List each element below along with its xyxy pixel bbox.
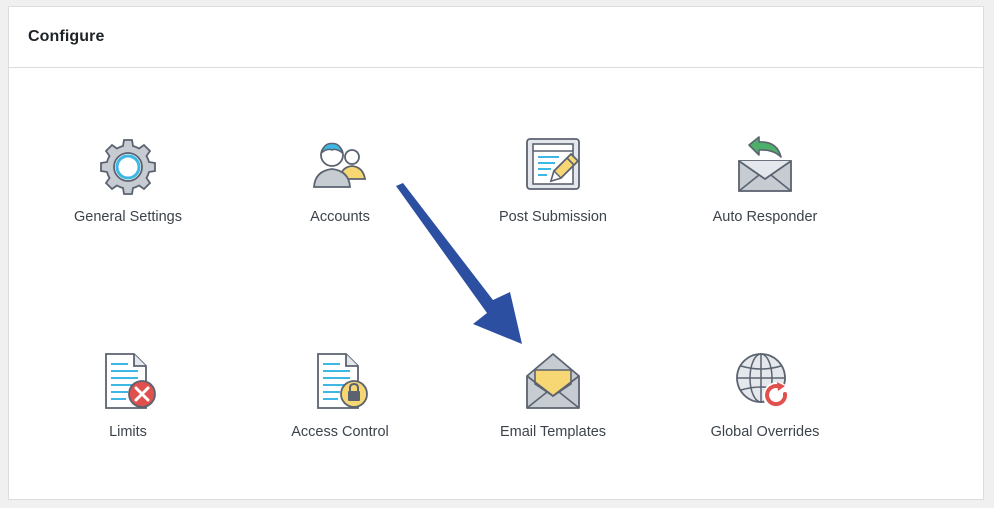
globe-refresh-icon bbox=[736, 353, 791, 410]
tile-label: Accounts bbox=[310, 209, 370, 225]
tile-general-settings[interactable]: General Settings bbox=[28, 135, 228, 285]
post-edit-icon bbox=[526, 138, 580, 190]
panel-title: Configure bbox=[28, 28, 105, 45]
document-lock-icon bbox=[317, 353, 368, 409]
tile-label: Access Control bbox=[291, 424, 389, 440]
tile-global-overrides[interactable]: Global Overrides bbox=[665, 350, 865, 500]
tile-label: Limits bbox=[109, 424, 147, 440]
tile-accounts[interactable]: Accounts bbox=[240, 135, 440, 285]
tile-label: Global Overrides bbox=[710, 424, 820, 440]
tile-label: Auto Responder bbox=[712, 209, 818, 225]
tile-limits[interactable]: Limits bbox=[28, 350, 228, 500]
tile-label: Post Submission bbox=[499, 209, 607, 225]
envelope-open-icon bbox=[526, 353, 580, 409]
tile-label: General Settings bbox=[73, 209, 182, 225]
document-x-icon bbox=[105, 353, 156, 409]
tile-auto-responder[interactable]: Auto Responder bbox=[665, 135, 865, 285]
tile-label: Email Templates bbox=[499, 424, 607, 440]
envelope-reply-icon bbox=[738, 136, 792, 192]
users-icon bbox=[313, 142, 367, 188]
tile-access-control[interactable]: Access Control bbox=[240, 350, 440, 500]
panel-header: Configure bbox=[9, 7, 983, 68]
tile-post-submission[interactable]: Post Submission bbox=[453, 135, 653, 285]
gear-icon bbox=[100, 139, 156, 195]
tile-email-templates[interactable]: Email Templates bbox=[453, 350, 653, 500]
